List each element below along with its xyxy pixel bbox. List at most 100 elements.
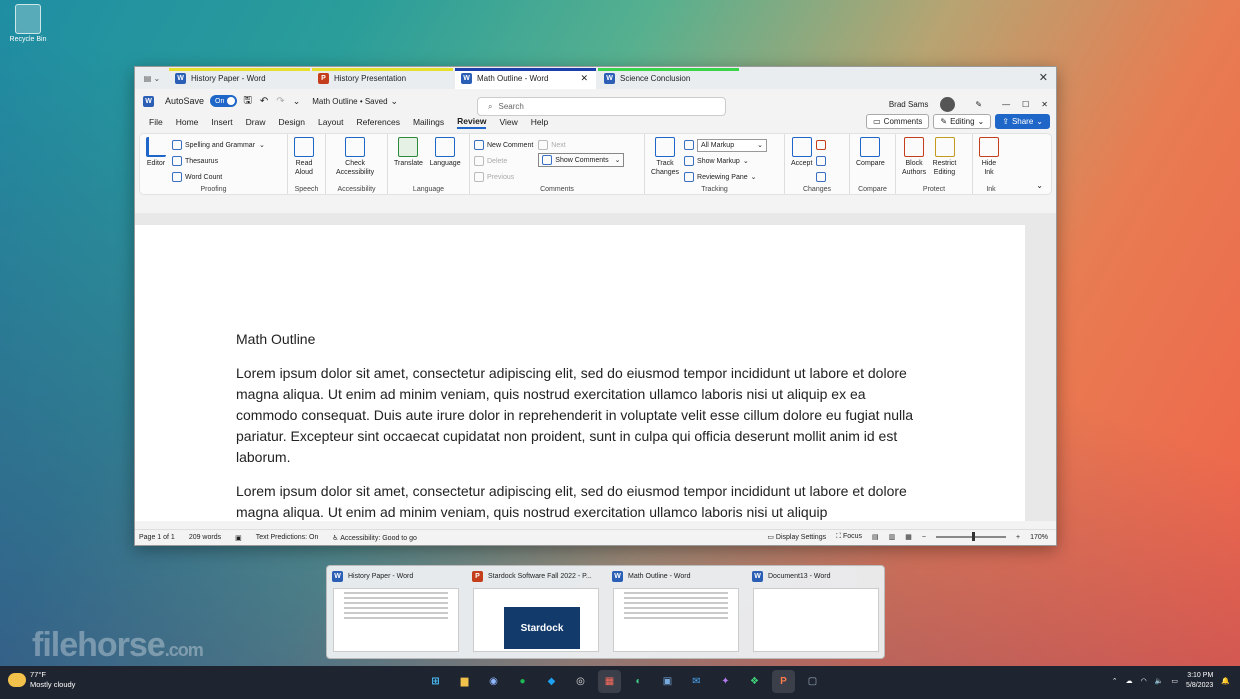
clock[interactable]: 3:10 PM 5/8/2023: [1186, 671, 1213, 691]
tab-close-icon[interactable]: ✕: [580, 73, 588, 84]
save-icon[interactable]: 🖫: [243, 93, 252, 110]
comments-button[interactable]: ▭ Comments: [866, 114, 930, 129]
customize-qat-icon[interactable]: ⌄: [293, 96, 301, 107]
mail-icon[interactable]: ✉: [685, 670, 708, 693]
tab-mailings[interactable]: Mailings: [413, 117, 444, 127]
preview-document13[interactable]: W Document13 - Word: [747, 566, 887, 660]
compare-button[interactable]: Compare: [856, 137, 885, 168]
groupy-icon[interactable]: ▦: [598, 670, 621, 693]
preview-history-paper[interactable]: W History Paper - Word: [327, 566, 467, 660]
delete-comment-button[interactable]: Delete: [474, 153, 533, 169]
reviewing-pane-button[interactable]: Reviewing Pane ⌄: [684, 169, 767, 185]
block-authors-button[interactable]: Block Authors: [902, 137, 926, 177]
thesaurus-button[interactable]: Thesaurus: [172, 153, 265, 169]
zoom-out-button[interactable]: −: [922, 534, 926, 541]
1password-icon[interactable]: ◉: [482, 670, 505, 693]
tab-help[interactable]: Help: [531, 117, 548, 127]
word-count[interactable]: 209 words: [189, 534, 221, 541]
show-comments-button[interactable]: Show Comments ⌄: [538, 153, 625, 167]
tab-layout[interactable]: Layout: [318, 117, 344, 127]
ribbon-expand-icon[interactable]: ⌄: [1036, 181, 1043, 190]
display-settings[interactable]: ▭ Display Settings: [767, 533, 826, 541]
print-layout-icon[interactable]: ▥: [889, 533, 896, 541]
zoom-level[interactable]: 170%: [1030, 534, 1048, 541]
volume-icon[interactable]: 🔈: [1155, 677, 1164, 685]
group-tab-history-paper[interactable]: W History Paper - Word: [169, 68, 310, 89]
start11-icon[interactable]: ❖: [743, 670, 766, 693]
window-close-icon[interactable]: ✕: [1039, 71, 1048, 84]
avatar[interactable]: [940, 97, 956, 112]
redo-icon[interactable]: ↷: [276, 96, 284, 107]
restrict-editing-button[interactable]: Restrict Editing: [933, 137, 956, 177]
battery-icon[interactable]: ▭: [1171, 677, 1178, 685]
file-explorer-icon[interactable]: ▆: [453, 670, 476, 693]
track-changes-button[interactable]: Track Changes: [651, 137, 679, 177]
autosave-toggle[interactable]: On: [210, 95, 238, 107]
language-button[interactable]: Language: [429, 137, 461, 168]
maximize-icon[interactable]: ☐: [1022, 100, 1029, 109]
tab-review[interactable]: Review: [457, 116, 487, 129]
start-icon[interactable]: ⊞: [424, 670, 447, 693]
accessibility-status[interactable]: ♿ Accessibility: Good to go: [332, 534, 417, 542]
hide-ink-button[interactable]: Hide Ink: [979, 137, 999, 177]
tab-insert[interactable]: Insert: [211, 117, 232, 127]
minimize-icon[interactable]: —: [1002, 100, 1010, 109]
editing-button[interactable]: ✎ Editing ⌄: [933, 114, 992, 129]
close-icon[interactable]: ✕: [1041, 100, 1048, 109]
preview-math-outline[interactable]: W Math Outline - Word: [607, 566, 747, 660]
tab-draw[interactable]: Draw: [246, 117, 266, 127]
user-name[interactable]: Brad Sams: [889, 100, 929, 109]
web-layout-icon[interactable]: ▦: [905, 533, 912, 541]
paragraph-1[interactable]: Lorem ipsum dolor sit amet, consectetur …: [236, 363, 926, 468]
read-aloud-button[interactable]: Read Aloud: [294, 137, 314, 177]
remote-desktop-icon[interactable]: ▢: [801, 670, 824, 693]
chevron-down-icon[interactable]: ⌄: [391, 96, 399, 107]
notifications-icon[interactable]: 🔔: [1221, 677, 1230, 685]
editor-button[interactable]: Editor: [146, 137, 166, 168]
previous-change-button[interactable]: [816, 153, 829, 169]
word-count-button[interactable]: Word Count: [172, 169, 265, 185]
obs-icon[interactable]: ◎: [569, 670, 592, 693]
show-markup-button[interactable]: Show Markup ⌄: [684, 153, 767, 169]
zoom-slider-thumb[interactable]: [972, 532, 975, 541]
weather-widget[interactable]: 77°F Mostly cloudy: [8, 670, 75, 690]
tab-file[interactable]: File: [149, 117, 163, 127]
tab-design[interactable]: Design: [279, 117, 305, 127]
doc-name[interactable]: Math Outline • Saved: [312, 97, 387, 106]
group-tab-math-outline[interactable]: W Math Outline - Word ✕: [455, 68, 596, 89]
fences-icon[interactable]: ▣: [656, 670, 679, 693]
group-tab-history-presentation[interactable]: P History Presentation: [312, 68, 453, 89]
group-menu-icon[interactable]: ▤ ⌄: [135, 67, 169, 89]
spotify-icon[interactable]: ●: [511, 670, 534, 693]
focus-button[interactable]: ⛶ Focus: [836, 533, 862, 541]
zoom-in-button[interactable]: +: [1016, 534, 1020, 541]
next-change-button[interactable]: [816, 169, 829, 185]
powerpoint-taskbar-icon[interactable]: P: [772, 670, 795, 693]
share-button[interactable]: ⇪ Share ⌄: [995, 114, 1050, 129]
edge-icon[interactable]: ◐: [627, 670, 650, 693]
read-mode-icon[interactable]: ▤: [872, 533, 879, 541]
recycle-bin-icon[interactable]: Recycle Bin: [6, 4, 50, 43]
group-tab-science-conclusion[interactable]: W Science Conclusion: [598, 68, 739, 89]
document-page[interactable]: Math Outline Lorem ipsum dolor sit amet,…: [135, 225, 1025, 521]
tab-home[interactable]: Home: [176, 117, 199, 127]
text-predictions[interactable]: Text Predictions: On: [256, 534, 319, 541]
document-title[interactable]: Math Outline: [236, 331, 315, 347]
copilot-icon[interactable]: ✦: [714, 670, 737, 693]
chevron-up-icon[interactable]: ⌃: [1112, 677, 1118, 685]
new-comment-button[interactable]: New Comment: [474, 137, 533, 153]
pen-icon[interactable]: ✎: [975, 100, 982, 109]
twitter-icon[interactable]: ◆: [540, 670, 563, 693]
accept-button[interactable]: Accept: [791, 137, 812, 168]
tab-references[interactable]: References: [357, 117, 400, 127]
markup-dropdown[interactable]: All Markup ⌄: [697, 138, 768, 152]
translate-button[interactable]: Translate: [394, 137, 423, 168]
tab-view[interactable]: View: [499, 117, 517, 127]
preview-stardock[interactable]: P Stardock Software Fall 2022 - P... Stard…: [467, 566, 607, 660]
next-comment-button[interactable]: Next: [538, 137, 624, 153]
undo-icon[interactable]: ↶: [260, 96, 268, 107]
page-count[interactable]: Page 1 of 1: [139, 534, 175, 541]
proofing-icon[interactable]: ▣: [235, 534, 242, 542]
spelling-grammar-button[interactable]: Spelling and Grammar ⌄: [172, 137, 265, 153]
reject-button[interactable]: [816, 137, 829, 153]
